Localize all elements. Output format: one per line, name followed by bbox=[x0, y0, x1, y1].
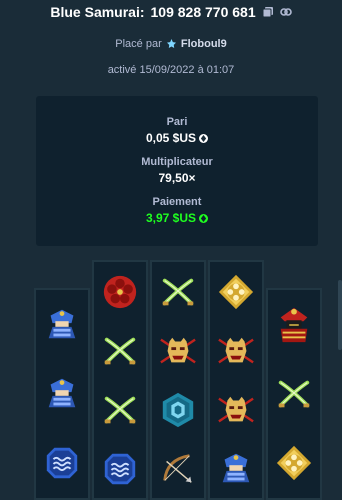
payout-label: Paiement bbox=[152, 196, 202, 208]
wave-emblem-symbol-icon bbox=[42, 443, 82, 483]
payout-stat: Paiement 3,97 $US bbox=[36, 196, 318, 225]
multiplier-stat: Multiplicateur 79,50× bbox=[36, 156, 318, 185]
bet-stats-panel: Pari 0,05 $US Multiplicateur 79,50× Paie… bbox=[36, 96, 318, 246]
reel-5 bbox=[266, 288, 322, 500]
bet-value: 0,05 $US bbox=[145, 131, 197, 145]
gold-emblem-symbol-icon bbox=[216, 272, 256, 312]
reel-3 bbox=[150, 260, 206, 500]
mask-symbol-icon bbox=[216, 331, 256, 371]
mask-symbol-icon bbox=[216, 390, 256, 430]
scrollbar[interactable] bbox=[338, 280, 342, 350]
placed-by: Placé par Floboul9 bbox=[0, 38, 342, 50]
crossed-swords-symbol-icon bbox=[100, 390, 140, 430]
mask-symbol-icon bbox=[158, 331, 198, 371]
bet-stat: Pari 0,05 $US bbox=[36, 116, 318, 145]
multiplier-label: Multiplicateur bbox=[141, 156, 213, 168]
wave-emblem-symbol-icon bbox=[100, 449, 140, 489]
placed-by-label: Placé par bbox=[115, 38, 162, 50]
payout-value: 3,97 $US bbox=[145, 211, 197, 225]
copy-icon[interactable] bbox=[262, 6, 274, 18]
slot-board bbox=[34, 260, 324, 500]
player-name[interactable]: Floboul9 bbox=[181, 38, 227, 50]
hex-emblem-symbol-icon bbox=[158, 390, 198, 430]
flower-emblem-symbol-icon bbox=[100, 272, 140, 312]
reel-4 bbox=[208, 260, 264, 500]
bow-symbol-icon bbox=[158, 449, 198, 489]
samurai-symbol-icon bbox=[42, 305, 82, 345]
multiplier-value: 79,50× bbox=[158, 171, 196, 185]
samurai-symbol-icon bbox=[216, 449, 256, 489]
bet-label: Pari bbox=[166, 116, 188, 128]
bet-id: 109 828 770 681 bbox=[150, 4, 256, 20]
activated-date: activé 15/09/2022 à 01:07 bbox=[107, 64, 235, 76]
armor-symbol-icon bbox=[274, 305, 314, 345]
crossed-swords-symbol-icon bbox=[274, 374, 314, 414]
crossed-swords-symbol-icon bbox=[100, 331, 140, 371]
reel-2 bbox=[92, 260, 148, 500]
currency-icon bbox=[199, 133, 209, 143]
samurai-symbol-icon bbox=[42, 374, 82, 414]
vip-badge-icon bbox=[166, 39, 176, 48]
currency-icon bbox=[199, 213, 209, 223]
bet-header: Blue Samurai: 109 828 770 681 bbox=[0, 0, 342, 24]
crossed-swords-symbol-icon bbox=[158, 272, 198, 312]
link-icon[interactable] bbox=[279, 6, 292, 18]
game-title: Blue Samurai: bbox=[50, 4, 145, 20]
gold-emblem-symbol-icon bbox=[274, 443, 314, 483]
reel-1 bbox=[34, 288, 90, 500]
